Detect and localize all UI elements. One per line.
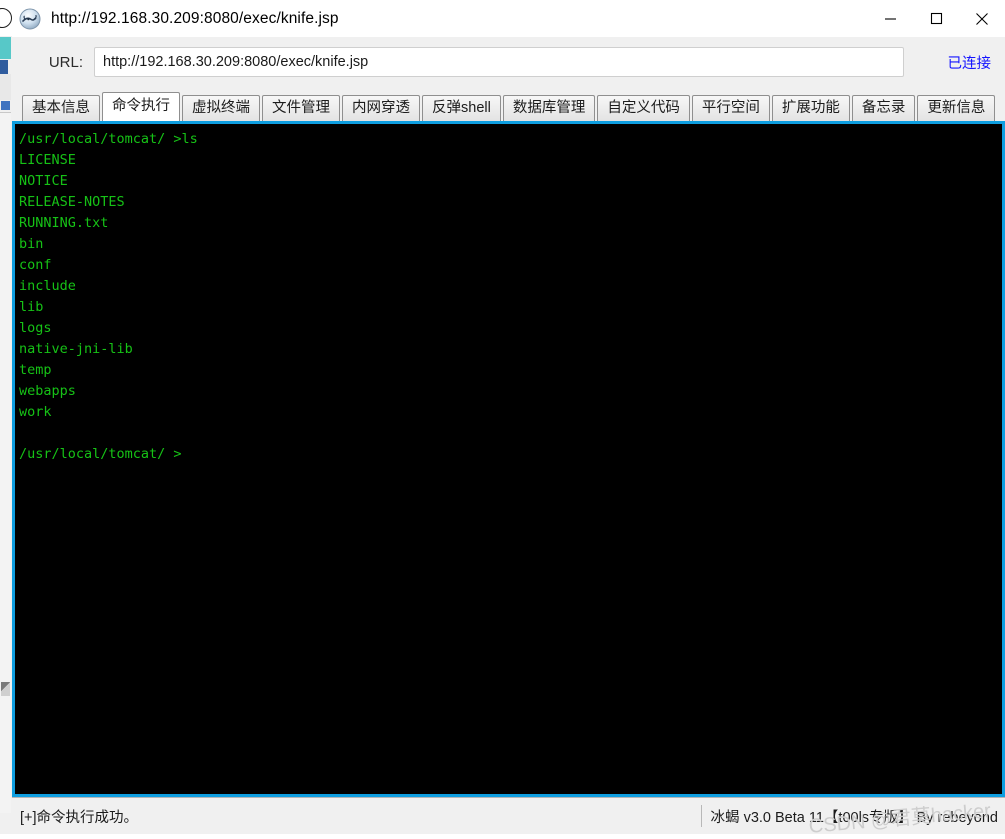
url-bar: URL: 已连接 [12,37,1005,87]
tab-5[interactable]: 反弹shell [422,95,501,122]
terminal-line: RELEASE-NOTES [19,194,125,210]
tab-10[interactable]: 备忘录 [851,95,916,122]
scorpion-logo-icon [19,8,41,30]
tab-2[interactable]: 虚拟终端 [182,95,260,122]
terminal-line: include [19,278,76,294]
tab-9[interactable]: 扩展功能 [771,95,850,122]
terminal-line: RUNNING.txt [19,215,109,231]
terminal-line: NOTICE [19,173,68,189]
connection-status-label: 已连接 [947,55,992,72]
window-controls [867,0,1005,37]
title-bar: http://192.168.30.209:8080/exec/knife.js… [12,0,1005,37]
terminal-line: conf [19,257,52,273]
tab-8[interactable]: 平行空间 [691,95,770,122]
status-bar: [+]命令执行成功。 冰蝎 v3.0 Beta 11【t00ls专版】 By r… [12,797,1005,838]
background-window-side-icon [1,682,10,696]
terminal-line: /usr/local/tomcat/ >ls [19,131,198,147]
background-window-blue-marker [0,60,8,74]
status-right-group: 冰蝎 v3.0 Beta 11【t00ls专版】 By rebeyond [700,804,998,828]
url-label: URL: [48,53,83,71]
behinder-main-window: http://192.168.30.209:8080/exec/knife.js… [12,0,1005,838]
tab-4[interactable]: 内网穿透 [342,95,420,122]
tab-11[interactable]: 更新信息 [917,95,996,122]
status-separator [700,805,702,827]
tab-7[interactable]: 自定义代码 [597,95,690,122]
background-window-toolbar-strip [0,74,11,100]
tab-bar: 基本信息 命令执行 虚拟终端 文件管理 内网穿透 反弹shell 数据库管理 自定义代码 平行空… [12,87,1005,122]
terminal-line: /usr/local/tomcat/ > [19,446,182,462]
command-output-panel[interactable]: /usr/local/tomcat/ >ls LICENSE NOTICE RELEA… [12,121,1005,797]
terminal-line: webapps [19,383,76,399]
window-title: http://192.168.30.209:8080/exec/knife.js… [51,9,339,27]
tab-6[interactable]: 数据库管理 [502,95,596,122]
terminal-line: temp [19,362,52,378]
minimize-button[interactable] [867,0,913,37]
url-input[interactable] [94,47,904,77]
tab-0[interactable]: 基本信息 [22,95,100,122]
background-window-teal-strip [0,37,11,59]
status-message: [+]命令执行成功。 [20,809,139,826]
app-version-label: 冰蝎 v3.0 Beta 11【t00ls专版】 By rebeyond [710,809,998,826]
close-button[interactable] [959,0,1005,37]
maximize-button[interactable] [913,0,959,37]
terminal-line: logs [19,320,52,336]
terminal-line: native-jni-lib [19,341,133,357]
tab-1[interactable]: 命令执行 [102,92,180,121]
terminal-line: LICENSE [19,152,76,168]
terminal-line: lib [19,299,44,315]
tab-3[interactable]: 文件管理 [262,95,340,122]
background-window-icon [0,8,12,28]
terminal-output: /usr/local/tomcat/ >ls LICENSE NOTICE RELEA… [15,124,1002,465]
background-window-body [0,112,11,813]
background-window-small-icon [1,101,10,110]
terminal-line: bin [19,236,44,252]
terminal-line: work [19,404,52,420]
background-window-titlebar [0,0,12,36]
